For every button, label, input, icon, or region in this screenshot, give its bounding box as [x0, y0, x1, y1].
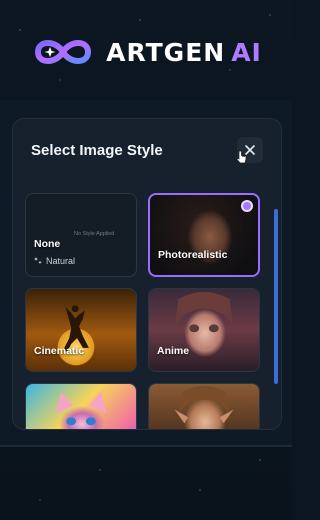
check-dot-icon [241, 200, 253, 212]
style-card-photorealistic[interactable]: Photorealistic [148, 193, 260, 277]
no-style-hint: No Style Applied [74, 231, 115, 237]
style-card-5[interactable] [25, 383, 137, 429]
style-label: Photorealistic [158, 249, 228, 261]
anime-face-art [174, 291, 234, 333]
style-card-cinematic[interactable]: Cinematic [25, 288, 137, 372]
style-card-6[interactable] [148, 383, 260, 429]
natural-text: Natural [46, 256, 76, 266]
style-card-anime[interactable]: Anime [148, 288, 260, 372]
modal-title: Select Image Style [31, 142, 163, 159]
cat-art [55, 391, 107, 426]
brand-name: ARTGEN [106, 37, 226, 67]
style-label: Cinematic [34, 345, 85, 357]
brand-suffix: AI [231, 37, 262, 67]
style-label: Anime [157, 345, 190, 357]
elf-portrait-art [174, 385, 234, 424]
app-header: ARTGEN AI [0, 30, 292, 74]
pointer-cursor-icon [236, 150, 247, 164]
scrollbar[interactable] [274, 209, 278, 384]
natural-sub-label: Natural [34, 256, 75, 266]
style-card-none[interactable]: No Style Applied None Natural [25, 193, 137, 277]
style-picker-modal: Select Image Style No Style Applied None… [12, 118, 282, 430]
dancer-silhouette-icon [63, 305, 89, 352]
style-label: None [34, 238, 61, 250]
sparkle-icon [34, 257, 42, 265]
infinity-logo-icon [35, 40, 92, 64]
divider [0, 445, 292, 447]
brand-title: ARTGEN AI [106, 38, 262, 67]
